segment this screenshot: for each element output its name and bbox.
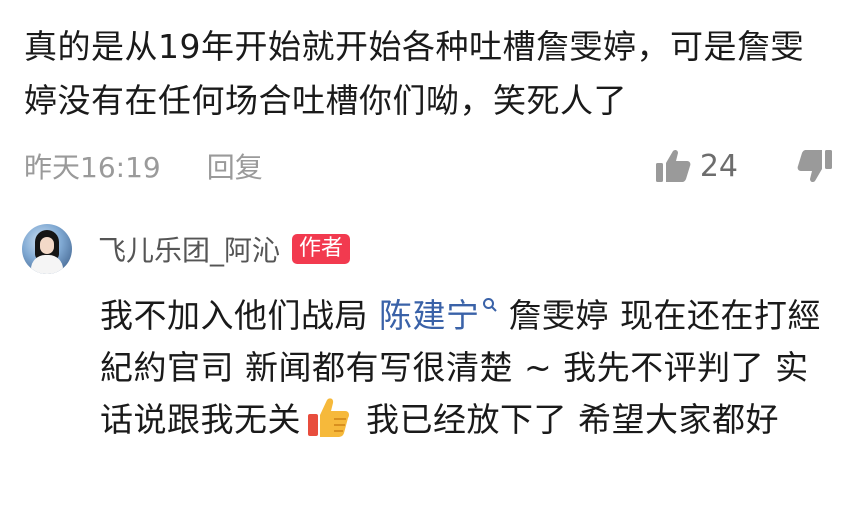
- reply-text: 我不加入他们战局 陈建宁 詹雯婷 现在还在打經紀約官司 新闻都有写很清楚 ~ 我…: [100, 290, 834, 446]
- comment-meta: 昨天16:19 回复 24: [24, 142, 834, 190]
- avatar[interactable]: [22, 224, 72, 274]
- reply-text-part-1: 我不加入他们战局: [100, 296, 379, 335]
- like-button[interactable]: 24: [654, 148, 738, 184]
- reply-header: 飞儿乐团_阿沁 作者: [22, 222, 834, 276]
- author-reply: 飞儿乐团_阿沁 作者 我不加入他们战局 陈建宁 詹雯婷 现在还在打經紀約官司 新…: [22, 222, 834, 446]
- comment-time: 昨天16:19: [24, 151, 161, 184]
- reply-username[interactable]: 飞儿乐团_阿沁: [98, 229, 280, 269]
- mention-link[interactable]: 陈建宁: [379, 296, 498, 335]
- reply-text-part-3: 我已经放下了 希望大家都好: [355, 400, 779, 439]
- reply-button[interactable]: 回复: [207, 146, 263, 186]
- mention-name: 陈建宁: [379, 296, 480, 335]
- thumbs-up-emoji-icon: [308, 398, 349, 437]
- search-icon: [482, 298, 497, 312]
- comment-actions: 24: [654, 148, 834, 184]
- thumbs-down-icon[interactable]: [796, 148, 834, 184]
- author-badge: 作者: [292, 234, 351, 264]
- thumbs-up-icon: [655, 149, 691, 182]
- like-count: 24: [699, 148, 738, 184]
- comment-text: 真的是从19年开始就开始各种吐槽詹雯婷，可是詹雯婷没有在任何场合吐槽你们呦，笑死…: [24, 27, 804, 120]
